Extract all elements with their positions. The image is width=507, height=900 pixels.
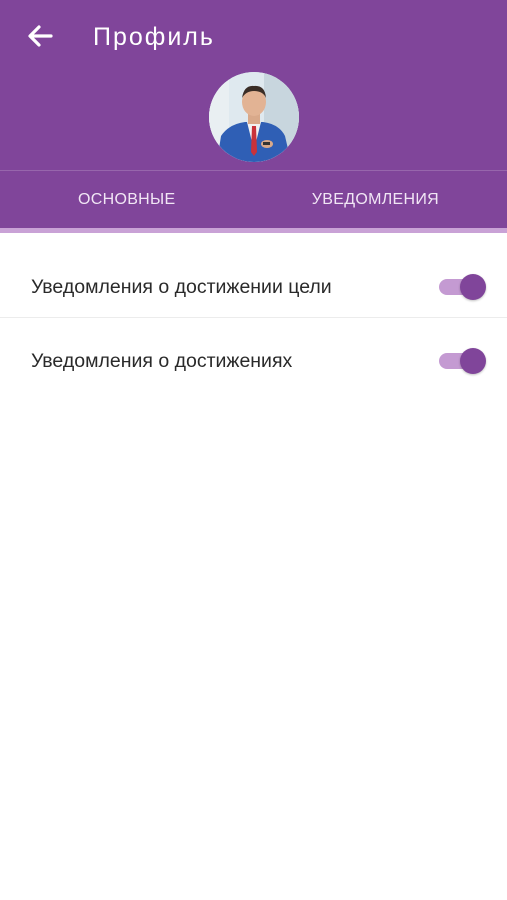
goal-notifications-toggle[interactable] <box>439 272 487 302</box>
achievement-notifications-toggle[interactable] <box>439 346 487 376</box>
setting-label: Уведомления о достижениях <box>31 350 293 372</box>
profile-screen: Профиль ОСНОВНЫЕ УВЕДОМЛЕНИЯ Уведомления… <box>0 0 507 900</box>
setting-row-achievement-notifications[interactable]: Уведомления о достижениях <box>0 318 507 392</box>
settings-list: Уведомления о достижении цели Уведомлени… <box>0 250 507 392</box>
tab-indicator <box>0 228 507 233</box>
tab-basic[interactable]: ОСНОВНЫЕ <box>0 171 252 228</box>
header-bar: Профиль ОСНОВНЫЕ УВЕДОМЛЕНИЯ <box>0 0 507 228</box>
setting-label: Уведомления о достижении цели <box>31 276 332 298</box>
tab-bar: ОСНОВНЫЕ УВЕДОМЛЕНИЯ <box>0 171 507 228</box>
setting-row-goal-notifications[interactable]: Уведомления о достижении цели <box>0 250 507 318</box>
arrow-left-icon <box>28 25 53 47</box>
page-title: Профиль <box>93 23 215 51</box>
back-button[interactable] <box>22 18 58 54</box>
tab-notifications[interactable]: УВЕДОМЛЕНИЯ <box>252 171 507 228</box>
toggle-thumb <box>460 348 486 374</box>
toggle-thumb <box>460 274 486 300</box>
avatar[interactable] <box>209 72 299 162</box>
profile-photo <box>209 72 299 162</box>
